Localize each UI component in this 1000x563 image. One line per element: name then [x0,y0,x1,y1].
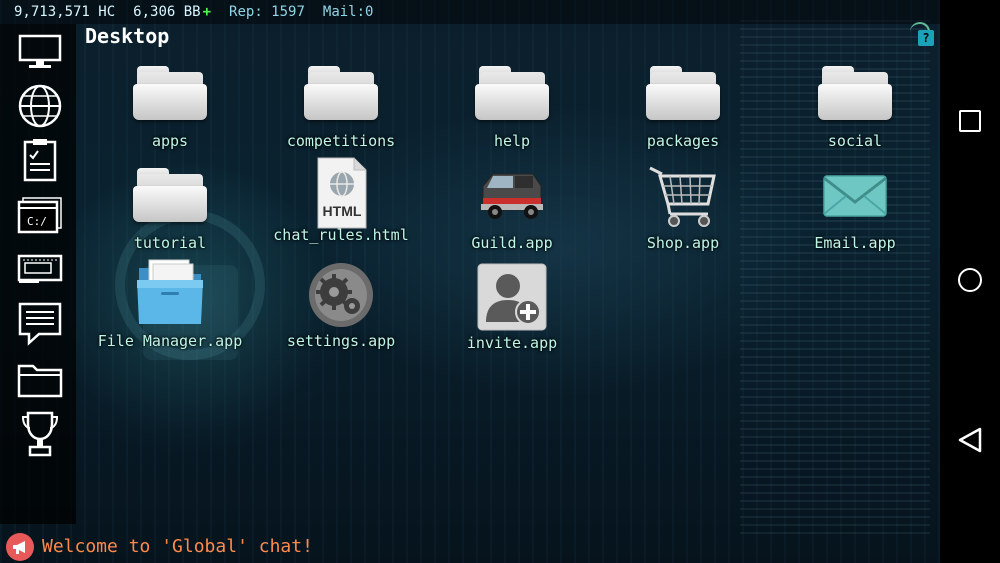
dock-hardware[interactable] [16,246,64,290]
recents-button[interactable] [959,110,981,132]
folder-icon [475,62,549,128]
desktop-icon-help[interactable]: help [432,62,592,162]
desktop-icon-label: Shop.app [646,234,720,252]
folder-icon [133,164,207,230]
dock-chat[interactable] [16,302,64,346]
left-dock: C:/ [0,24,76,524]
back-icon[interactable] [956,426,984,454]
chat-bar[interactable]: Welcome to 'Global' chat! [0,530,940,563]
desktop-icon-label: apps [151,132,189,150]
home-button[interactable] [958,268,982,292]
desktop-icon-apps[interactable]: apps [90,62,250,162]
globe-icon [18,84,62,128]
desktop-icon-label: competitions [286,132,396,150]
mail-count[interactable]: Mail:0 [323,4,374,20]
desktop-icon-label: Email.app [814,234,896,252]
svg-text:C:/: C:/ [27,215,47,228]
desktop-icon-email[interactable]: Email.app [775,164,935,264]
card-icon [17,254,63,283]
desktop-icon-invite[interactable]: invite.app [432,262,592,362]
desktop-icon-label: Guild.app [471,234,553,252]
folder-icon [818,62,892,128]
html-file-icon: HTML [317,157,367,229]
clipboard-icon [23,139,57,182]
cart-icon [649,166,716,227]
dock-trophy[interactable] [16,411,64,457]
dock-files[interactable] [16,358,64,402]
folder-icon [17,364,63,398]
desktop-icon-label: help [493,132,531,150]
van-icon [481,173,543,219]
desktop-icon-label: settings.app [286,332,396,350]
hc-balance: 9,713,571 HC [14,4,116,20]
desktop-icon-label: social [827,132,883,150]
envelope-icon [823,175,887,217]
android-nav-bar [940,0,1000,563]
window-title: Desktop [85,24,170,48]
desktop-icon-competitions[interactable]: competitions [261,62,421,162]
desktop-icon-file-manager[interactable]: File Manager.app [90,258,250,358]
gear-icon [309,263,373,327]
desktop-icon-label: invite.app [466,334,558,352]
reputation: Rep: 1597 [229,4,305,20]
chat-icon [18,302,62,346]
megaphone-icon [6,532,34,561]
desktop-icon-shop[interactable]: Shop.app [603,164,763,264]
svg-text:HTML: HTML [323,203,362,219]
desktop-icon-social[interactable]: social [775,62,935,162]
trophy-icon [21,411,59,457]
add-user-icon [477,263,547,331]
desktop-icon-guild[interactable]: Guild.app [432,164,592,264]
dock-tasks[interactable] [16,138,64,182]
terminal-icon: C:/ [17,197,62,234]
desktop-icon-label: File Manager.app [97,332,243,350]
file-manager-icon [137,259,203,324]
desktop-icon-label: packages [646,132,720,150]
folder-icon [133,62,207,128]
desktop-icon-settings[interactable]: settings.app [261,262,421,362]
desktop-icon-tutorial[interactable]: tutorial [90,164,250,264]
folder-icon [646,62,720,128]
bb-balance-value: 6,306 BB [133,4,201,20]
chat-message: Welcome to 'Global' chat! [42,536,313,557]
bb-add-button[interactable]: + [203,4,211,20]
folder-icon [304,62,378,128]
dock-browser[interactable] [16,84,64,128]
desktop-icon-label: tutorial [133,234,207,252]
dock-desktop[interactable] [16,30,64,74]
help-button[interactable]: ? [918,30,934,46]
status-bar: 9,713,571 HC 6,306 BB + Rep: 1597 Mail:0 [0,0,940,24]
desktop-icon-packages[interactable]: packages [603,62,763,162]
dock-terminal[interactable]: C:/ [16,194,64,238]
monitor-icon [18,34,62,68]
desktop-icon-chat-rules[interactable]: HTML chat_rules.html [261,156,421,256]
bb-balance: 6,306 BB + [133,4,211,20]
